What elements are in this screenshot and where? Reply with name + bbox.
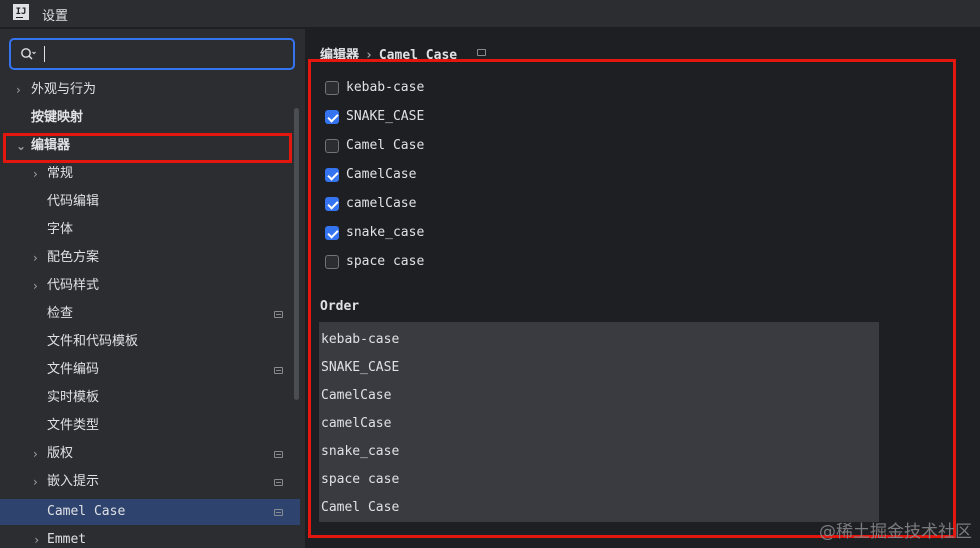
option-label: Camel Case (346, 138, 425, 153)
sidebar-item-editor[interactable]: ⌄ 编辑器 (0, 133, 300, 159)
sidebar-item-label: 检查 (47, 306, 74, 321)
sidebar-item-label: 文件编码 (47, 362, 100, 377)
window-title: 设置 (42, 9, 69, 24)
chevron-right-icon: › (33, 533, 41, 547)
breadcrumb-parent[interactable]: 编辑器 (320, 48, 359, 63)
order-list-item[interactable]: snake_case (321, 438, 399, 466)
sidebar-item-label: 编辑器 (31, 138, 71, 153)
sidebar-item-label: 常规 (47, 166, 74, 181)
breadcrumb-current: Camel Case (378, 48, 458, 63)
sidebar-item-keymap[interactable]: 按键映射 (0, 105, 300, 131)
sidebar-item-label: Emmet (47, 532, 87, 547)
sidebar-item-label: 嵌入提示 (47, 474, 100, 489)
sidebar-item-label: 配色方案 (47, 250, 100, 265)
watermark: @稀土掘金技术社区 (819, 522, 972, 542)
order-list-item[interactable]: CamelCase (321, 382, 391, 410)
sidebar-item-label: 外观与行为 (31, 82, 97, 97)
order-list-item[interactable]: Camel Case (321, 494, 399, 522)
breadcrumb: 编辑器 › Camel Case (320, 44, 457, 63)
sidebar-item-font[interactable]: 字体 (0, 217, 300, 243)
chevron-right-icon: › (33, 279, 38, 293)
project-settings-icon (274, 311, 283, 318)
sidebar-item-appearance[interactable]: › 外观与行为 (0, 77, 300, 103)
option-label: SNAKE_CASE (346, 109, 425, 124)
sidebar-item-color-scheme[interactable]: › 配色方案 (0, 245, 300, 271)
option-label: space case (346, 254, 425, 269)
order-list-item[interactable]: camelCase (321, 410, 391, 438)
option-label: camelCase (346, 196, 417, 211)
sidebar-item-label: 文件和代码模板 (47, 334, 139, 349)
breadcrumb-separator: › (365, 48, 373, 63)
sidebar-item-general[interactable]: › 常规 (0, 161, 300, 187)
sidebar-item-label: 文件类型 (47, 418, 100, 433)
sidebar-item-label: 代码编辑 (47, 194, 100, 209)
checkbox[interactable] (325, 81, 339, 95)
sidebar-item-camel-case[interactable]: Camel Case (0, 499, 300, 525)
settings-main-panel: 编辑器 › Camel Case kebab-case SNAKE_CASE Cam… (306, 29, 980, 548)
order-list-item[interactable]: SNAKE_CASE (321, 354, 399, 382)
title-bar: IJ 设置 (0, 0, 980, 28)
text-caret (44, 46, 45, 62)
project-settings-icon (274, 451, 283, 458)
checkbox[interactable] (325, 139, 339, 153)
settings-sidebar: › 外观与行为 按键映射 ⌄ 编辑器 › 常规 代码编辑 字体 › 配色方案 ›… (0, 29, 305, 548)
sidebar-item-inspections[interactable]: 检查 (0, 301, 300, 327)
order-list[interactable]: kebab-case SNAKE_CASE CamelCase camelCas… (319, 322, 879, 522)
intellij-logo-icon: IJ (13, 4, 29, 20)
chevron-down-icon: ⌄ (16, 139, 27, 153)
option-label: snake_case (346, 225, 425, 240)
chevron-right-icon: › (33, 167, 38, 181)
project-settings-icon (477, 49, 486, 56)
chevron-right-icon: › (16, 83, 21, 97)
project-settings-icon (274, 509, 283, 516)
sidebar-item-label: 实时模板 (47, 390, 100, 405)
chevron-right-icon: › (33, 475, 38, 489)
sidebar-item-label: Camel Case (47, 504, 126, 519)
sidebar-item-label: 代码样式 (47, 278, 100, 293)
checkbox[interactable] (325, 226, 339, 240)
sidebar-item-inlay-hints[interactable]: › 嵌入提示 (0, 469, 300, 495)
sidebar-item-file-templates[interactable]: 文件和代码模板 (0, 329, 300, 355)
checkbox[interactable] (325, 255, 339, 269)
checkbox[interactable] (325, 110, 339, 124)
project-settings-icon (274, 479, 283, 486)
order-list-item[interactable]: space case (321, 466, 399, 494)
search-input[interactable] (9, 38, 295, 70)
sidebar-item-file-encodings[interactable]: 文件编码 (0, 357, 300, 383)
sidebar-item-live-templates[interactable]: 实时模板 (0, 385, 300, 411)
option-label: kebab-case (346, 80, 425, 95)
chevron-right-icon: › (33, 447, 38, 461)
chevron-right-icon: › (33, 251, 38, 265)
sidebar-item-label: 字体 (47, 222, 74, 237)
order-heading: Order (320, 299, 360, 314)
project-settings-icon (274, 367, 283, 374)
sidebar-item-label: 版权 (47, 446, 74, 461)
sidebar-item-code-style[interactable]: › 代码样式 (0, 273, 300, 299)
sidebar-item-code-editing[interactable]: 代码编辑 (0, 189, 300, 215)
option-label: CamelCase (346, 167, 417, 182)
sidebar-item-file-types[interactable]: 文件类型 (0, 413, 300, 439)
search-icon (21, 48, 36, 60)
sidebar-item-label: 按键映射 (31, 110, 84, 125)
checkbox[interactable] (325, 197, 339, 211)
sidebar-scrollbar[interactable] (294, 108, 299, 400)
sidebar-item-emmet[interactable]: › Emmet (0, 527, 300, 548)
sidebar-item-copyright[interactable]: › 版权 (0, 441, 300, 467)
checkbox[interactable] (325, 168, 339, 182)
order-list-item[interactable]: kebab-case (321, 326, 399, 354)
